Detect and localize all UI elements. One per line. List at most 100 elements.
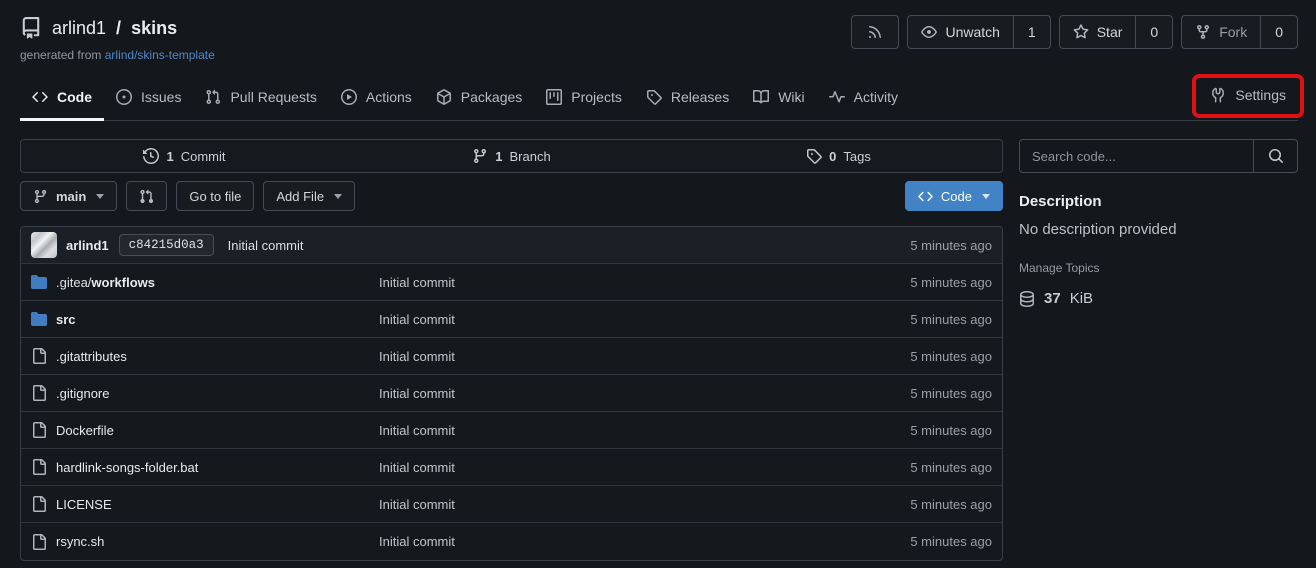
file-commit-message[interactable]: Initial commit: [379, 349, 842, 364]
file-commit-message[interactable]: Initial commit: [379, 275, 842, 290]
file-commit-message[interactable]: Initial commit: [379, 497, 842, 512]
commit-hash-link[interactable]: c84215d0a3: [119, 234, 214, 256]
template-repo-link[interactable]: arlind/skins-template: [105, 48, 215, 62]
file-icon: [31, 422, 47, 438]
repo-nav: Code Issues Pull Requests Actions Packag…: [20, 74, 1298, 121]
file-commit-time: 5 minutes ago: [842, 534, 992, 549]
file-link[interactable]: LICENSE: [31, 496, 379, 512]
rss-button[interactable]: [851, 15, 899, 49]
settings-highlight-box: Settings: [1192, 74, 1304, 118]
tab-releases[interactable]: Releases: [634, 79, 741, 121]
pulse-icon: [829, 89, 845, 105]
repo-title-separator: /: [116, 18, 121, 39]
file-link[interactable]: .gitattributes: [31, 348, 379, 364]
search-button[interactable]: [1253, 140, 1297, 172]
table-row: .gitea/workflows Initial commit 5 minute…: [21, 264, 1002, 301]
file-commit-time: 5 minutes ago: [842, 349, 992, 364]
project-board-icon: [546, 89, 562, 105]
manage-topics-link[interactable]: Manage Topics: [1019, 261, 1298, 275]
issue-icon: [116, 89, 132, 105]
tab-activity[interactable]: Activity: [817, 79, 910, 121]
star-icon: [1073, 24, 1089, 40]
file-icon: [31, 385, 47, 401]
file-commit-message[interactable]: Initial commit: [379, 312, 842, 327]
watch-button-group: Unwatch 1: [907, 15, 1050, 49]
git-compare-icon: [139, 189, 154, 204]
code-icon: [32, 89, 48, 105]
branch-icon: [33, 189, 48, 204]
star-button[interactable]: Star: [1060, 16, 1136, 48]
file-commit-time: 5 minutes ago: [842, 460, 992, 475]
file-link[interactable]: hardlink-songs-folder.bat: [31, 459, 379, 475]
watchers-count[interactable]: 1: [1013, 16, 1050, 48]
file-commit-message[interactable]: Initial commit: [379, 423, 842, 438]
code-search-box: [1019, 139, 1298, 173]
repo-sidebar: Description No description provided Mana…: [1019, 139, 1298, 561]
tab-packages[interactable]: Packages: [424, 79, 534, 121]
forks-count[interactable]: 0: [1260, 16, 1297, 48]
go-to-file-button[interactable]: Go to file: [176, 181, 254, 211]
commit-author-link[interactable]: arlind1: [66, 238, 109, 253]
unwatch-button[interactable]: Unwatch: [908, 16, 1012, 48]
file-commit-time: 5 minutes ago: [842, 275, 992, 290]
file-commit-message[interactable]: Initial commit: [379, 534, 842, 549]
tab-actions[interactable]: Actions: [329, 79, 424, 121]
table-row: .gitattributes Initial commit 5 minutes …: [21, 338, 1002, 375]
tab-wiki[interactable]: Wiki: [741, 79, 816, 121]
tags-stat[interactable]: 0 Tags: [675, 140, 1002, 172]
pull-request-icon: [205, 89, 221, 105]
tab-pull-requests[interactable]: Pull Requests: [193, 79, 328, 121]
file-link[interactable]: .gitignore: [31, 385, 379, 401]
code-download-button[interactable]: Code: [905, 181, 1003, 211]
tab-projects[interactable]: Projects: [534, 79, 634, 121]
folder-icon: [31, 311, 47, 327]
fork-button-group: Fork 0: [1181, 15, 1298, 49]
table-row: Dockerfile Initial commit 5 minutes ago: [21, 412, 1002, 449]
commits-stat[interactable]: 1 Commit: [21, 140, 348, 172]
stars-count[interactable]: 0: [1135, 16, 1172, 48]
fork-button[interactable]: Fork: [1182, 16, 1260, 48]
table-row: .gitignore Initial commit 5 minutes ago: [21, 375, 1002, 412]
repo-size-value: 37: [1044, 290, 1061, 307]
chevron-down-icon: [334, 194, 342, 199]
commit-message-link[interactable]: Initial commit: [228, 238, 304, 253]
tab-issues[interactable]: Issues: [104, 79, 193, 121]
file-commit-time: 5 minutes ago: [842, 312, 992, 327]
tab-code[interactable]: Code: [20, 79, 104, 121]
author-avatar[interactable]: [31, 232, 57, 258]
file-commit-time: 5 minutes ago: [842, 423, 992, 438]
chevron-down-icon: [982, 194, 990, 199]
latest-commit-row: arlind1 c84215d0a3 Initial commit 5 minu…: [21, 227, 1002, 264]
tab-settings[interactable]: Settings: [1200, 79, 1296, 113]
repo-title: arlind1 / skins: [20, 17, 215, 39]
file-icon: [31, 534, 47, 550]
file-link[interactable]: rsync.sh: [31, 534, 379, 550]
file-link[interactable]: Dockerfile: [31, 422, 379, 438]
file-commit-time: 5 minutes ago: [842, 386, 992, 401]
file-link[interactable]: src: [31, 311, 379, 327]
file-table: arlind1 c84215d0a3 Initial commit 5 minu…: [20, 226, 1003, 561]
branch-selector[interactable]: main: [20, 181, 117, 211]
branches-stat[interactable]: 1 Branch: [348, 140, 675, 172]
folder-icon: [31, 274, 47, 290]
search-icon: [1268, 148, 1284, 164]
compare-button[interactable]: [126, 181, 167, 211]
package-icon: [436, 89, 452, 105]
database-icon: [1019, 291, 1035, 307]
commit-time: 5 minutes ago: [910, 238, 992, 253]
file-commit-time: 5 minutes ago: [842, 497, 992, 512]
repo-stats-bar: 1 Commit 1 Branch 0 Tags: [20, 139, 1003, 173]
add-file-button[interactable]: Add File: [263, 181, 355, 211]
repo-icon: [20, 17, 42, 39]
repo-action-buttons: Unwatch 1 Star 0 Fork: [851, 15, 1298, 49]
play-icon: [341, 89, 357, 105]
file-link[interactable]: .gitea/workflows: [31, 274, 379, 290]
repo-toolbar: main Go to file Add File Code: [20, 181, 1003, 211]
table-row: src Initial commit 5 minutes ago: [21, 301, 1002, 338]
repo-name-link[interactable]: skins: [131, 18, 177, 39]
file-commit-message[interactable]: Initial commit: [379, 460, 842, 475]
search-input[interactable]: [1020, 140, 1253, 172]
table-row: rsync.sh Initial commit 5 minutes ago: [21, 523, 1002, 560]
repo-owner-link[interactable]: arlind1: [52, 18, 106, 39]
file-commit-message[interactable]: Initial commit: [379, 386, 842, 401]
